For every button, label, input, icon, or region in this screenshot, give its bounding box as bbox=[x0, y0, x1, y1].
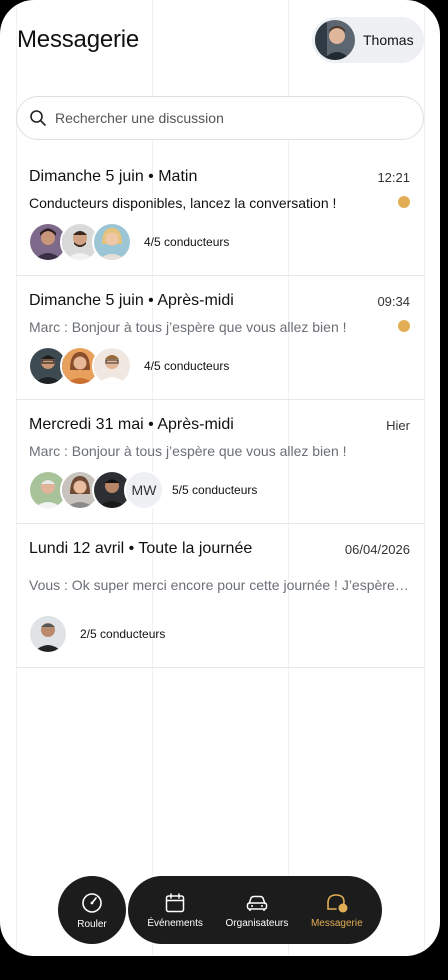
driver-count: 5/5 conducteurs bbox=[172, 483, 258, 497]
conversation-item[interactable]: Dimanche 5 juin • Matin 12:21 Conducteur… bbox=[16, 152, 424, 276]
nav-evenements[interactable]: Événements bbox=[147, 892, 203, 929]
chat-bubble-icon bbox=[327, 893, 348, 912]
conversation-last-message: Conducteurs disponibles, lancez la conve… bbox=[29, 195, 337, 211]
nav-label: Événements bbox=[147, 917, 203, 929]
conversation-time: 09:34 bbox=[377, 294, 410, 309]
nav-label: Messagerie bbox=[310, 917, 363, 929]
driver-avatars: 4/5 conducteurs bbox=[28, 346, 229, 386]
conversation-time: 12:21 bbox=[377, 170, 410, 185]
avatar bbox=[92, 346, 132, 386]
conversation-item[interactable]: Mercredi 31 mai • Après-midi Hier Marc :… bbox=[16, 400, 424, 524]
conversation-item[interactable]: Lundi 12 avril • Toute la journée 06/04/… bbox=[16, 524, 424, 668]
profile-button[interactable]: Thomas bbox=[312, 17, 424, 63]
calendar-icon bbox=[165, 892, 185, 912]
conversation-last-message: Marc : Bonjour à tous j’espère que vous … bbox=[29, 443, 347, 459]
driver-avatars: MW 5/5 conducteurs bbox=[28, 470, 257, 510]
conversation-list: Dimanche 5 juin • Matin 12:21 Conducteur… bbox=[16, 152, 424, 668]
bottom-nav: Événements Organisateurs Messagerie bbox=[128, 876, 382, 944]
grid-line bbox=[424, 0, 425, 956]
nav-label: Organisateurs bbox=[225, 917, 289, 929]
search-bar[interactable]: Rechercher une discussion bbox=[16, 96, 424, 140]
header: Messagerie Thomas bbox=[0, 14, 440, 70]
conversation-item[interactable]: Dimanche 5 juin • Après-midi 09:34 Marc … bbox=[16, 276, 424, 400]
nav-rouler-button[interactable]: Rouler bbox=[58, 876, 126, 944]
car-icon bbox=[246, 895, 268, 911]
conversation-title: Dimanche 5 juin • Après-midi bbox=[29, 292, 234, 309]
driver-avatars: 2/5 conducteurs bbox=[28, 614, 165, 654]
conversation-time: Hier bbox=[386, 418, 410, 433]
conversation-time: 06/04/2026 bbox=[344, 542, 410, 557]
search-input[interactable]: Rechercher une discussion bbox=[55, 110, 224, 126]
nav-organisateurs[interactable]: Organisateurs bbox=[225, 892, 289, 929]
avatar bbox=[28, 614, 68, 654]
driver-count: 4/5 conducteurs bbox=[144, 359, 230, 373]
speedometer-icon bbox=[82, 892, 102, 913]
avatar bbox=[92, 222, 132, 262]
conversation-title: Lundi 12 avril • Toute la journée bbox=[29, 540, 253, 557]
user-name: Thomas bbox=[363, 32, 414, 48]
avatar bbox=[315, 20, 355, 60]
nav-label: Rouler bbox=[77, 918, 107, 930]
driver-count: 4/5 conducteurs bbox=[144, 235, 230, 249]
search-icon bbox=[30, 110, 46, 126]
conversation-last-message: Marc : Bonjour à tous j’espère que vous … bbox=[29, 319, 347, 335]
page-title: Messagerie bbox=[17, 26, 140, 53]
driver-avatars: 4/5 conducteurs bbox=[28, 222, 229, 262]
avatar-initials: MW bbox=[124, 470, 164, 510]
conversation-title: Dimanche 5 juin • Matin bbox=[29, 168, 198, 185]
driver-count: 2/5 conducteurs bbox=[80, 627, 166, 641]
conversation-last-message: Vous : Ok super merci encore pour cette … bbox=[29, 577, 411, 593]
app-screen: Messagerie Thomas Rechercher une discuss… bbox=[0, 0, 440, 956]
unread-dot bbox=[398, 320, 410, 332]
nav-messagerie[interactable]: Messagerie bbox=[311, 892, 363, 929]
unread-dot bbox=[398, 196, 410, 208]
conversation-title: Mercredi 31 mai • Après-midi bbox=[29, 416, 234, 433]
